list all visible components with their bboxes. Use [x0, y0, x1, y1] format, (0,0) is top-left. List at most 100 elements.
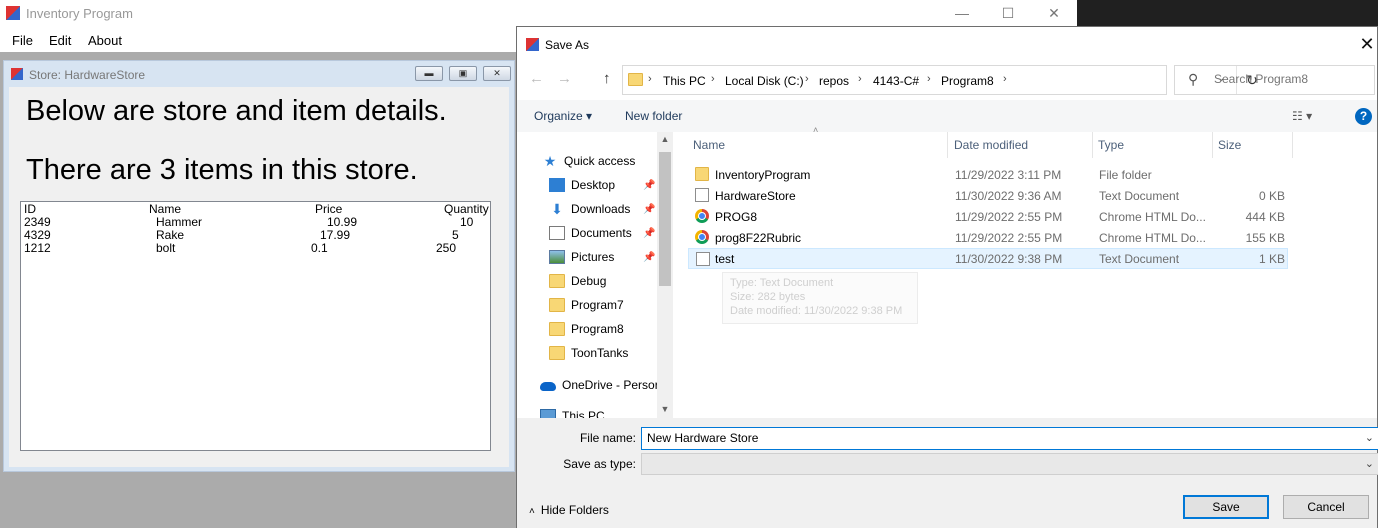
star-icon: ★ [543, 153, 557, 169]
nav-item-debug[interactable]: Debug [517, 269, 657, 293]
chevron-down-icon[interactable]: ⌄ [1365, 457, 1374, 470]
file-name-label: File name: [579, 431, 636, 445]
save-button[interactable]: Save [1183, 495, 1269, 519]
cancel-button[interactable]: Cancel [1283, 495, 1369, 519]
child-title: Store: HardwareStore [29, 68, 146, 82]
hide-folders-button[interactable]: ˄ Hide Folders [529, 503, 609, 517]
search-icon: ⚲ [1188, 71, 1199, 87]
breadcrumb-repos[interactable]: repos [819, 74, 849, 88]
list-item-price: 0.1 [311, 241, 328, 255]
child-client-area: Below are store and item details. There … [9, 87, 509, 467]
item-count-label: There are 3 items in this store. [26, 154, 418, 186]
tooltip-size: Size: 282 bytes [730, 291, 806, 303]
file-date: 11/30/2022 9:38 PM [955, 252, 1063, 266]
chevron-right-icon[interactable]: › [927, 73, 931, 85]
scroll-up-icon[interactable]: ▲ [657, 134, 673, 144]
help-icon[interactable]: ? [1355, 108, 1372, 125]
tooltip-type: Type: Text Document [730, 277, 834, 289]
menu-about[interactable]: About [88, 33, 122, 48]
nav-item-label: OneDrive - Persor [562, 378, 657, 392]
new-folder-button[interactable]: New folder [625, 109, 682, 123]
menu-file[interactable]: File [12, 33, 33, 48]
app-titlebar[interactable]: Inventory Program — ☐ ✕ [0, 0, 1077, 26]
store-child-window: Store: HardwareStore ▬ ▣ ✕ Below are sto… [3, 60, 515, 472]
folder-icon [549, 346, 565, 360]
maximize-button[interactable]: ☐ [985, 0, 1031, 26]
file-date: 11/30/2022 9:36 AM [955, 189, 1062, 203]
file-name-input[interactable] [647, 431, 1347, 445]
file-row[interactable]: prog8F22Rubric 11/29/2022 2:55 PM Chrome… [688, 227, 1288, 248]
child-maximize-button[interactable]: ▣ [449, 66, 477, 81]
file-name: PROG8 [715, 210, 758, 224]
forward-arrow-icon[interactable]: → [557, 70, 572, 87]
save-as-type-select[interactable]: ⌄ [641, 453, 1378, 475]
scroll-down-icon[interactable]: ▼ [657, 404, 673, 414]
file-type: Text Document [1099, 189, 1180, 203]
file-type: Chrome HTML Do... [1099, 210, 1206, 224]
chevron-right-icon[interactable]: › [858, 73, 862, 85]
search-box[interactable]: ⚲ [1174, 65, 1375, 95]
breadcrumb-4143[interactable]: 4143-C# [873, 74, 919, 88]
child-minimize-button[interactable]: ▬ [415, 66, 443, 81]
chevron-down-icon[interactable]: ⌄ [1365, 431, 1374, 444]
chevron-right-icon[interactable]: › [1003, 73, 1007, 85]
col-header-size[interactable]: Size [1213, 132, 1293, 158]
nav-item-onedrive[interactable]: OneDrive - Persor [517, 373, 657, 397]
download-icon: ⬇ [551, 201, 563, 217]
breadcrumb-program8[interactable]: Program8 [941, 74, 994, 88]
col-header-type[interactable]: Type [1093, 132, 1213, 158]
app-title: Inventory Program [26, 6, 133, 21]
folder-icon [628, 73, 643, 86]
file-row[interactable]: PROG8 11/29/2022 2:55 PM Chrome HTML Do.… [688, 206, 1288, 227]
nav-item-toontanks[interactable]: ToonTanks [517, 341, 657, 365]
onedrive-icon [540, 381, 556, 391]
child-titlebar[interactable]: Store: HardwareStore ▬ ▣ ✕ [4, 61, 514, 87]
hide-folders-label: Hide Folders [540, 503, 609, 517]
up-arrow-icon[interactable]: ↑ [603, 70, 611, 87]
list-item-id: 1212 [24, 241, 51, 255]
nav-item-documents[interactable]: Documents 📌 [517, 221, 657, 245]
items-listbox[interactable]: ID Name Price Quantity 2349 Hammer 10.99… [20, 201, 491, 451]
file-row[interactable]: HardwareStore 11/30/2022 9:36 AM Text Do… [688, 185, 1288, 206]
file-date: 11/29/2022 2:55 PM [955, 210, 1063, 224]
file-name: HardwareStore [715, 189, 796, 203]
details-heading: Below are store and item details. [26, 95, 447, 127]
col-header-name[interactable]: Name [688, 132, 948, 158]
command-bar: Organize ▾ New folder ☷ ▾ ? [517, 100, 1377, 132]
minimize-button[interactable]: — [939, 0, 985, 26]
nav-item-program7[interactable]: Program7 [517, 293, 657, 317]
nav-scrollbar[interactable]: ▲ ▼ [657, 132, 673, 418]
navigation-bar: ← → ↑ › This PC › Local Disk (C:) › repo… [517, 60, 1377, 100]
nav-item-this-pc[interactable]: This PC [517, 404, 657, 418]
list-item-quantity: 10 [460, 215, 474, 229]
nav-item-program8[interactable]: Program8 [517, 317, 657, 341]
chevron-right-icon[interactable]: › [711, 73, 715, 85]
nav-item-quick-access[interactable]: ★ Quick access [517, 149, 657, 173]
nav-item-desktop[interactable]: Desktop 📌 [517, 173, 657, 197]
address-bar[interactable]: › This PC › Local Disk (C:) › repos › 41… [622, 65, 1258, 95]
scroll-thumb[interactable] [659, 152, 671, 286]
dialog-titlebar[interactable]: Save As ✕ [517, 27, 1377, 60]
computer-icon [540, 409, 556, 418]
close-button[interactable]: ✕ [1031, 0, 1077, 26]
nav-item-pictures[interactable]: Pictures 📌 [517, 245, 657, 269]
child-close-button[interactable]: ✕ [483, 66, 511, 81]
view-options-icon[interactable]: ☷ ▾ [1292, 109, 1312, 123]
chrome-icon [695, 209, 709, 223]
search-input[interactable] [1214, 72, 1369, 86]
back-arrow-icon[interactable]: ← [529, 70, 544, 87]
breadcrumb-this-pc[interactable]: This PC [663, 74, 706, 88]
nav-item-downloads[interactable]: ⬇ Downloads 📌 [517, 197, 657, 221]
file-row[interactable]: InventoryProgram 11/29/2022 3:11 PM File… [688, 164, 1288, 185]
breadcrumb-local-disk[interactable]: Local Disk (C:) [725, 74, 804, 88]
file-name-field[interactable]: ⌄ [641, 427, 1378, 450]
col-header-date[interactable]: Date modified [949, 132, 1093, 158]
pin-icon: 📌 [643, 251, 656, 263]
chevron-right-icon[interactable]: › [648, 73, 652, 85]
menu-edit[interactable]: Edit [49, 33, 71, 48]
dialog-close-icon[interactable]: ✕ [1357, 31, 1377, 57]
nav-item-label: Desktop [571, 178, 616, 192]
organize-button[interactable]: Organize ▾ [534, 109, 592, 123]
file-row-selected[interactable]: test 11/30/2022 9:38 PM Text Document 1 … [688, 248, 1288, 269]
chevron-right-icon[interactable]: › [805, 73, 809, 85]
